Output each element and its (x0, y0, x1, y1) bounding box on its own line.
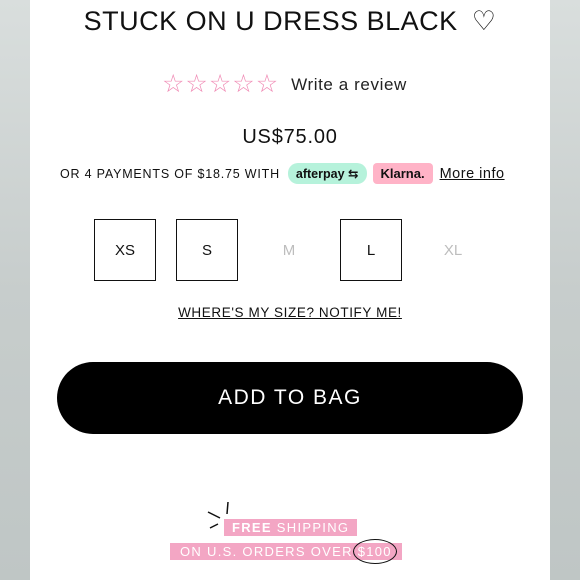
product-price: US$75.00 (242, 126, 338, 148)
free-label: FREE (232, 520, 272, 535)
size-option-xl: XL (443, 241, 463, 259)
rating-row: ☆ ☆ ☆ ☆ ☆ Write a review (162, 72, 407, 97)
klarna-badge[interactable]: Klarna. (372, 163, 433, 184)
afterpay-badge[interactable]: afterpay ⇆ (287, 163, 367, 184)
order-threshold-banner: ON U.S. ORDERS OVER $100 (170, 539, 402, 564)
free-shipping-banner: FREE SHIPPING (224, 519, 358, 536)
heart-outline-icon[interactable]: ♡ (472, 6, 497, 37)
threshold-prefix: ON U.S. ORDERS OVER (180, 544, 358, 559)
free-shipping-promo: FREE SHIPPING ON U.S. ORDERS OVER $100 (170, 500, 450, 570)
star-outline-icon[interactable]: ☆ (185, 72, 207, 97)
afterpay-label: afterpay (295, 167, 345, 181)
size-option-m: M (282, 241, 296, 259)
product-panel: STUCK ON U DRESS BLACK ♡ ☆ ☆ ☆ ☆ ☆ Write… (30, 0, 550, 580)
notify-me-link[interactable]: WHERE'S MY SIZE? NOTIFY ME! (30, 305, 550, 320)
afterpay-arrows-icon: ⇆ (348, 167, 359, 181)
size-selector: XS S M L XL (94, 219, 484, 281)
shipping-label: SHIPPING (271, 520, 350, 535)
size-option-xs[interactable]: XS (94, 219, 156, 281)
write-review-link[interactable]: Write a review (291, 75, 407, 95)
star-outline-icon[interactable]: ☆ (232, 72, 254, 97)
installment-text: OR 4 PAYMENTS OF $18.75 WITH (60, 166, 280, 181)
size-option-l[interactable]: L (340, 219, 402, 281)
product-title-row: STUCK ON U DRESS BLACK ♡ (30, 6, 550, 37)
add-to-bag-button[interactable]: ADD TO BAG (57, 362, 523, 434)
star-outline-icon[interactable]: ☆ (209, 72, 231, 97)
background-left-edge (0, 0, 30, 580)
star-outline-icon[interactable]: ☆ (162, 72, 184, 97)
star-outline-icon[interactable]: ☆ (256, 72, 278, 97)
background-right-edge (550, 0, 580, 580)
size-option-s[interactable]: S (176, 219, 238, 281)
more-info-link[interactable]: More info (440, 166, 505, 182)
threshold-amount: $100 (352, 539, 397, 564)
product-title: STUCK ON U DRESS BLACK (83, 6, 458, 36)
installment-payments-row: OR 4 PAYMENTS OF $18.75 WITH afterpay ⇆ … (60, 163, 505, 184)
